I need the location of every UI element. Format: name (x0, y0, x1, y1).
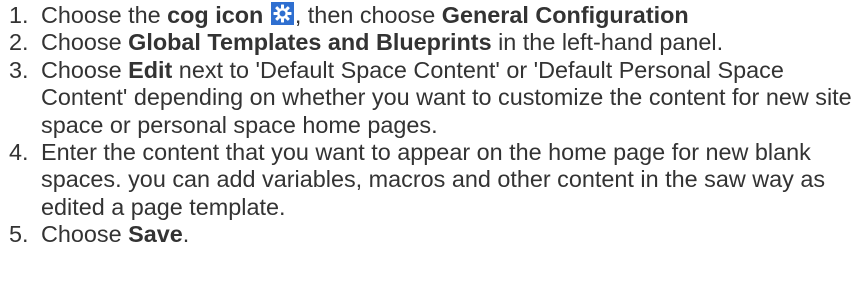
edit-term: Edit (128, 56, 173, 83)
step-text: Enter the content that you want to appea… (41, 139, 826, 220)
instruction-steps-list: 1. Choose the cog icon , then choose Gen… (0, 2, 855, 249)
step-text: Choose Edit next to 'Default Space Conte… (41, 56, 852, 138)
step-number: 2. (9, 29, 29, 56)
cog-icon (270, 2, 294, 25)
save-term: Save (128, 221, 183, 248)
cog-icon-term: cog icon (167, 2, 264, 28)
step-number: 4. (9, 139, 29, 166)
step-3: 3. Choose Edit next to 'Default Space Co… (0, 57, 855, 139)
step-text: Choose Save. (41, 221, 190, 248)
global-templates-term: Global Templates and Blueprints (128, 29, 492, 56)
general-configuration-term: General Configuration (441, 2, 689, 28)
step-1: 1. Choose the cog icon , then choose Gen… (0, 2, 855, 29)
step-number: 3. (9, 56, 29, 83)
step-text: Choose the cog icon , then choose Genera… (41, 2, 689, 28)
step-5: 5. Choose Save. (0, 221, 855, 248)
step-number: 1. (9, 2, 29, 28)
step-4: 4. Enter the content that you want to ap… (0, 139, 855, 221)
step-number: 5. (9, 221, 29, 248)
step-text: Choose Global Templates and Blueprints i… (41, 29, 724, 56)
step-2: 2. Choose Global Templates and Blueprint… (0, 29, 855, 56)
